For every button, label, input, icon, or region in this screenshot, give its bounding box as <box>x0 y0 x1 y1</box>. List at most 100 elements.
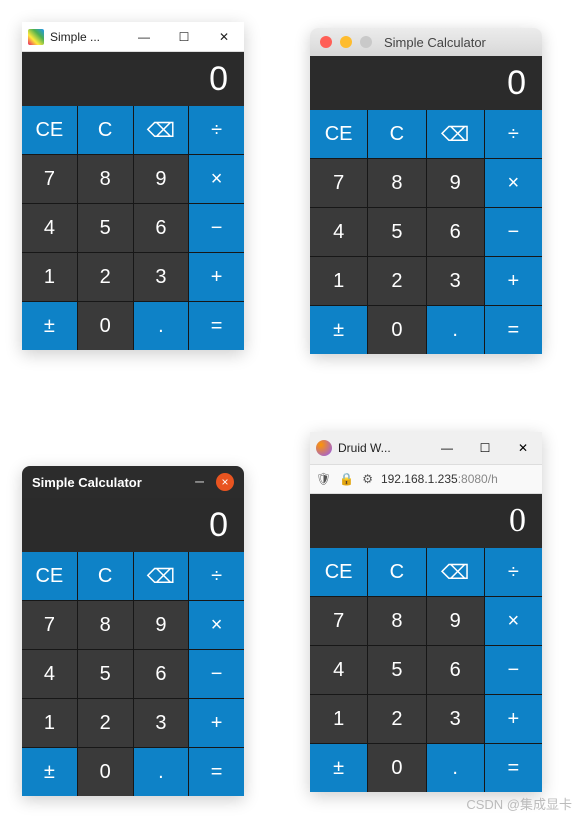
calculator-window-linux: Simple Calculator – × 0 CE C ⌫ ÷ 7 8 9 ×… <box>22 466 244 796</box>
maximize-button[interactable]: ☐ <box>164 22 204 52</box>
digit-1-button[interactable]: 1 <box>22 699 77 747</box>
titlebar-firefox: Druid W... — ☐ ✕ <box>310 432 542 464</box>
plusminus-button[interactable]: ± <box>22 748 77 796</box>
clear-entry-button[interactable]: CE <box>310 110 367 158</box>
digit-7-button[interactable]: 7 <box>310 597 367 645</box>
backspace-button[interactable]: ⌫ <box>134 106 189 154</box>
digit-8-button[interactable]: 8 <box>78 155 133 203</box>
url-text[interactable]: 192.168.1.235:8080/h <box>381 472 536 486</box>
digit-8-button[interactable]: 8 <box>368 159 425 207</box>
digit-7-button[interactable]: 7 <box>22 155 77 203</box>
minus-button[interactable]: − <box>485 646 542 694</box>
backspace-button[interactable]: ⌫ <box>427 110 484 158</box>
clear-button[interactable]: C <box>368 548 425 596</box>
digit-6-button[interactable]: 6 <box>134 204 189 252</box>
digit-6-button[interactable]: 6 <box>427 208 484 256</box>
digit-4-button[interactable]: 4 <box>310 208 367 256</box>
equals-button[interactable]: = <box>485 306 542 354</box>
plusminus-button[interactable]: ± <box>310 744 367 792</box>
plus-button[interactable]: + <box>485 257 542 305</box>
digit-4-button[interactable]: 4 <box>310 646 367 694</box>
digit-3-button[interactable]: 3 <box>134 253 189 301</box>
digit-2-button[interactable]: 2 <box>368 695 425 743</box>
digit-0-button[interactable]: 0 <box>78 748 133 796</box>
digit-6-button[interactable]: 6 <box>427 646 484 694</box>
digit-1-button[interactable]: 1 <box>310 695 367 743</box>
multiply-button[interactable]: × <box>189 601 244 649</box>
plus-button[interactable]: + <box>189 699 244 747</box>
digit-5-button[interactable]: 5 <box>78 204 133 252</box>
multiply-button[interactable]: × <box>485 597 542 645</box>
digit-5-button[interactable]: 5 <box>78 650 133 698</box>
digit-3-button[interactable]: 3 <box>427 695 484 743</box>
digit-8-button[interactable]: 8 <box>78 601 133 649</box>
minimize-button[interactable] <box>340 36 352 48</box>
divide-button[interactable]: ÷ <box>189 106 244 154</box>
window-controls: – × <box>195 473 234 491</box>
plus-button[interactable]: + <box>189 253 244 301</box>
digit-4-button[interactable]: 4 <box>22 650 77 698</box>
decimal-button[interactable]: . <box>134 748 189 796</box>
close-button[interactable] <box>320 36 332 48</box>
plus-button[interactable]: + <box>485 695 542 743</box>
minimize-button[interactable]: — <box>124 22 164 52</box>
minus-button[interactable]: − <box>189 204 244 252</box>
digit-2-button[interactable]: 2 <box>368 257 425 305</box>
divide-button[interactable]: ÷ <box>485 548 542 596</box>
clear-entry-button[interactable]: CE <box>22 552 77 600</box>
decimal-button[interactable]: . <box>427 744 484 792</box>
equals-button[interactable]: = <box>189 302 244 350</box>
maximize-button[interactable]: ☐ <box>466 432 504 464</box>
clear-entry-button[interactable]: CE <box>22 106 77 154</box>
digit-5-button[interactable]: 5 <box>368 208 425 256</box>
digit-9-button[interactable]: 9 <box>134 601 189 649</box>
minus-button[interactable]: − <box>189 650 244 698</box>
plusminus-button[interactable]: ± <box>22 302 77 350</box>
digit-2-button[interactable]: 2 <box>78 699 133 747</box>
tracking-protection-icon[interactable]: 🔒 <box>339 472 354 486</box>
digit-1-button[interactable]: 1 <box>22 253 77 301</box>
app-icon <box>28 29 44 45</box>
close-button[interactable]: ✕ <box>504 432 542 464</box>
digit-3-button[interactable]: 3 <box>134 699 189 747</box>
digit-9-button[interactable]: 9 <box>134 155 189 203</box>
titlebar-gnome: Simple Calculator – × <box>22 466 244 498</box>
digit-9-button[interactable]: 9 <box>427 597 484 645</box>
digit-0-button[interactable]: 0 <box>368 744 425 792</box>
digit-9-button[interactable]: 9 <box>427 159 484 207</box>
decimal-button[interactable]: . <box>134 302 189 350</box>
equals-button[interactable]: = <box>189 748 244 796</box>
digit-4-button[interactable]: 4 <box>22 204 77 252</box>
digit-5-button[interactable]: 5 <box>368 646 425 694</box>
digit-3-button[interactable]: 3 <box>427 257 484 305</box>
digit-7-button[interactable]: 7 <box>22 601 77 649</box>
digit-1-button[interactable]: 1 <box>310 257 367 305</box>
multiply-button[interactable]: × <box>189 155 244 203</box>
equals-button[interactable]: = <box>485 744 542 792</box>
divide-button[interactable]: ÷ <box>485 110 542 158</box>
digit-0-button[interactable]: 0 <box>78 302 133 350</box>
shield-icon[interactable]: 🛡 <box>316 472 331 486</box>
clear-button[interactable]: C <box>368 110 425 158</box>
clear-entry-button[interactable]: CE <box>310 548 367 596</box>
digit-0-button[interactable]: 0 <box>368 306 425 354</box>
decimal-button[interactable]: . <box>427 306 484 354</box>
maximize-button[interactable] <box>360 36 372 48</box>
minus-button[interactable]: − <box>485 208 542 256</box>
digit-8-button[interactable]: 8 <box>368 597 425 645</box>
multiply-button[interactable]: × <box>485 159 542 207</box>
close-button[interactable]: ✕ <box>204 22 244 52</box>
watermark-text: CSDN @集成显卡 <box>466 794 572 813</box>
clear-button[interactable]: C <box>78 106 133 154</box>
minimize-button[interactable]: — <box>428 432 466 464</box>
permissions-icon[interactable]: ⚙ <box>362 472 373 486</box>
backspace-button[interactable]: ⌫ <box>134 552 189 600</box>
clear-button[interactable]: C <box>78 552 133 600</box>
backspace-button[interactable]: ⌫ <box>427 548 484 596</box>
digit-7-button[interactable]: 7 <box>310 159 367 207</box>
close-button[interactable]: × <box>216 473 234 491</box>
digit-6-button[interactable]: 6 <box>134 650 189 698</box>
plusminus-button[interactable]: ± <box>310 306 367 354</box>
digit-2-button[interactable]: 2 <box>78 253 133 301</box>
divide-button[interactable]: ÷ <box>189 552 244 600</box>
